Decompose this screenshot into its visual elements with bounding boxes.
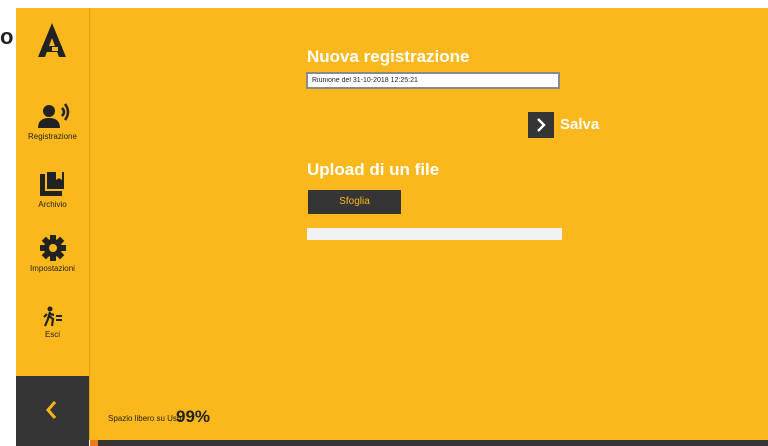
recording-name-input[interactable] bbox=[306, 72, 560, 89]
stray-text: o bbox=[0, 24, 14, 49]
chevron-right-icon bbox=[537, 118, 546, 132]
logo-icon bbox=[38, 23, 66, 57]
nav-impostazioni[interactable]: Impostazioni bbox=[16, 234, 89, 273]
bottom-bar bbox=[90, 440, 768, 446]
upload-title: Upload di un file bbox=[307, 160, 440, 179]
nav-esci[interactable]: Esci bbox=[16, 306, 89, 339]
save-label[interactable]: Salva bbox=[560, 116, 599, 133]
nav-registrazione[interactable]: Registrazione bbox=[16, 102, 89, 141]
sidebar: Registrazione Archivio Impostazioni Esci bbox=[16, 8, 89, 446]
bottom-accent bbox=[90, 440, 98, 446]
back-button[interactable] bbox=[16, 376, 89, 446]
browse-button[interactable]: Sfoglia bbox=[308, 190, 401, 214]
archive-icon bbox=[39, 170, 66, 196]
save-button[interactable] bbox=[528, 112, 554, 138]
recording-title: Nuova registrazione bbox=[307, 47, 470, 66]
nav-label-esci: Esci bbox=[44, 330, 61, 339]
nav-label-archivio: Archivio bbox=[38, 200, 67, 209]
exit-icon bbox=[42, 306, 62, 327]
chevron-left-icon bbox=[46, 401, 57, 419]
usb-free-space-value: 99% bbox=[176, 407, 211, 426]
nav-label-registrazione: Registrazione bbox=[28, 132, 77, 141]
upload-progress-bar bbox=[307, 228, 562, 240]
gear-icon bbox=[39, 235, 66, 261]
nav-label-impostazioni: Impostazioni bbox=[30, 264, 75, 273]
usb-free-space-label: Spazio libero su Usb bbox=[108, 414, 182, 423]
nav-archivio[interactable]: Archivio bbox=[16, 168, 89, 209]
person-speaking-icon bbox=[37, 103, 69, 128]
